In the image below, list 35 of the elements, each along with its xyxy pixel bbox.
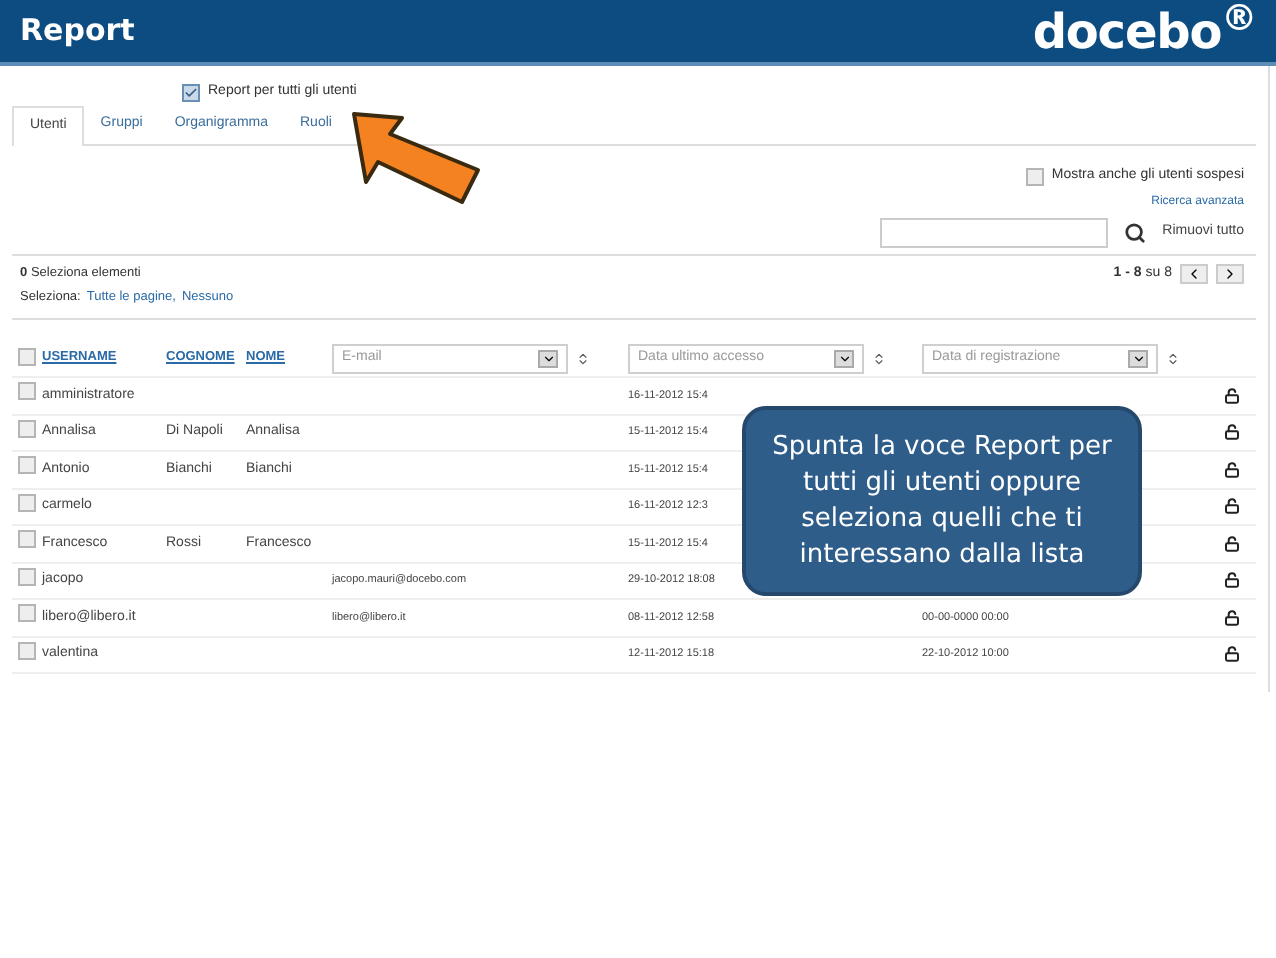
padlock-icon[interactable] <box>1224 609 1240 626</box>
previous-page-button[interactable] <box>1180 264 1208 285</box>
dropdown-arrow-icon <box>834 349 854 367</box>
checkbox[interactable] <box>182 84 200 102</box>
sort-icon[interactable] <box>1166 351 1180 365</box>
arrow-icon <box>350 110 486 206</box>
dropdown-arrow-icon <box>538 349 558 367</box>
checkbox[interactable] <box>18 567 36 586</box>
dropdown-arrow-icon <box>1128 349 1148 367</box>
sort-icon[interactable] <box>576 351 590 365</box>
checkbox[interactable] <box>18 604 36 623</box>
callout-text: Spunta la voce Report per tutti gli utenti oppure seleziona quelli che ti interessano dalla lista <box>770 429 1114 573</box>
checkbox[interactable] <box>18 493 36 512</box>
search-field[interactable] <box>880 217 1109 247</box>
padlock-icon[interactable] <box>1224 535 1240 552</box>
sort-icon[interactable] <box>872 351 886 365</box>
checkbox[interactable] <box>18 419 36 438</box>
chevron-left-icon <box>1186 266 1202 283</box>
checkbox[interactable] <box>18 530 36 549</box>
padlock-icon[interactable] <box>1224 646 1240 663</box>
padlock-icon[interactable] <box>1224 572 1240 589</box>
next-page-button[interactable] <box>1216 264 1244 285</box>
padlock-icon[interactable] <box>1224 387 1240 404</box>
logo: docebo$^{®}$ <box>1032 0 1256 63</box>
padlock-icon[interactable] <box>1224 424 1240 441</box>
checkbox[interactable] <box>18 348 36 366</box>
checkbox[interactable] <box>18 456 36 475</box>
checkbox[interactable] <box>1025 167 1044 186</box>
checkbox[interactable] <box>18 382 36 401</box>
padlock-icon[interactable] <box>1224 461 1240 478</box>
checkbox[interactable] <box>18 641 36 660</box>
padlock-icon[interactable] <box>1224 498 1240 515</box>
search-icon[interactable] <box>1124 221 1147 243</box>
chevron-right-icon <box>1222 266 1238 283</box>
page-title: Report <box>20 10 135 53</box>
